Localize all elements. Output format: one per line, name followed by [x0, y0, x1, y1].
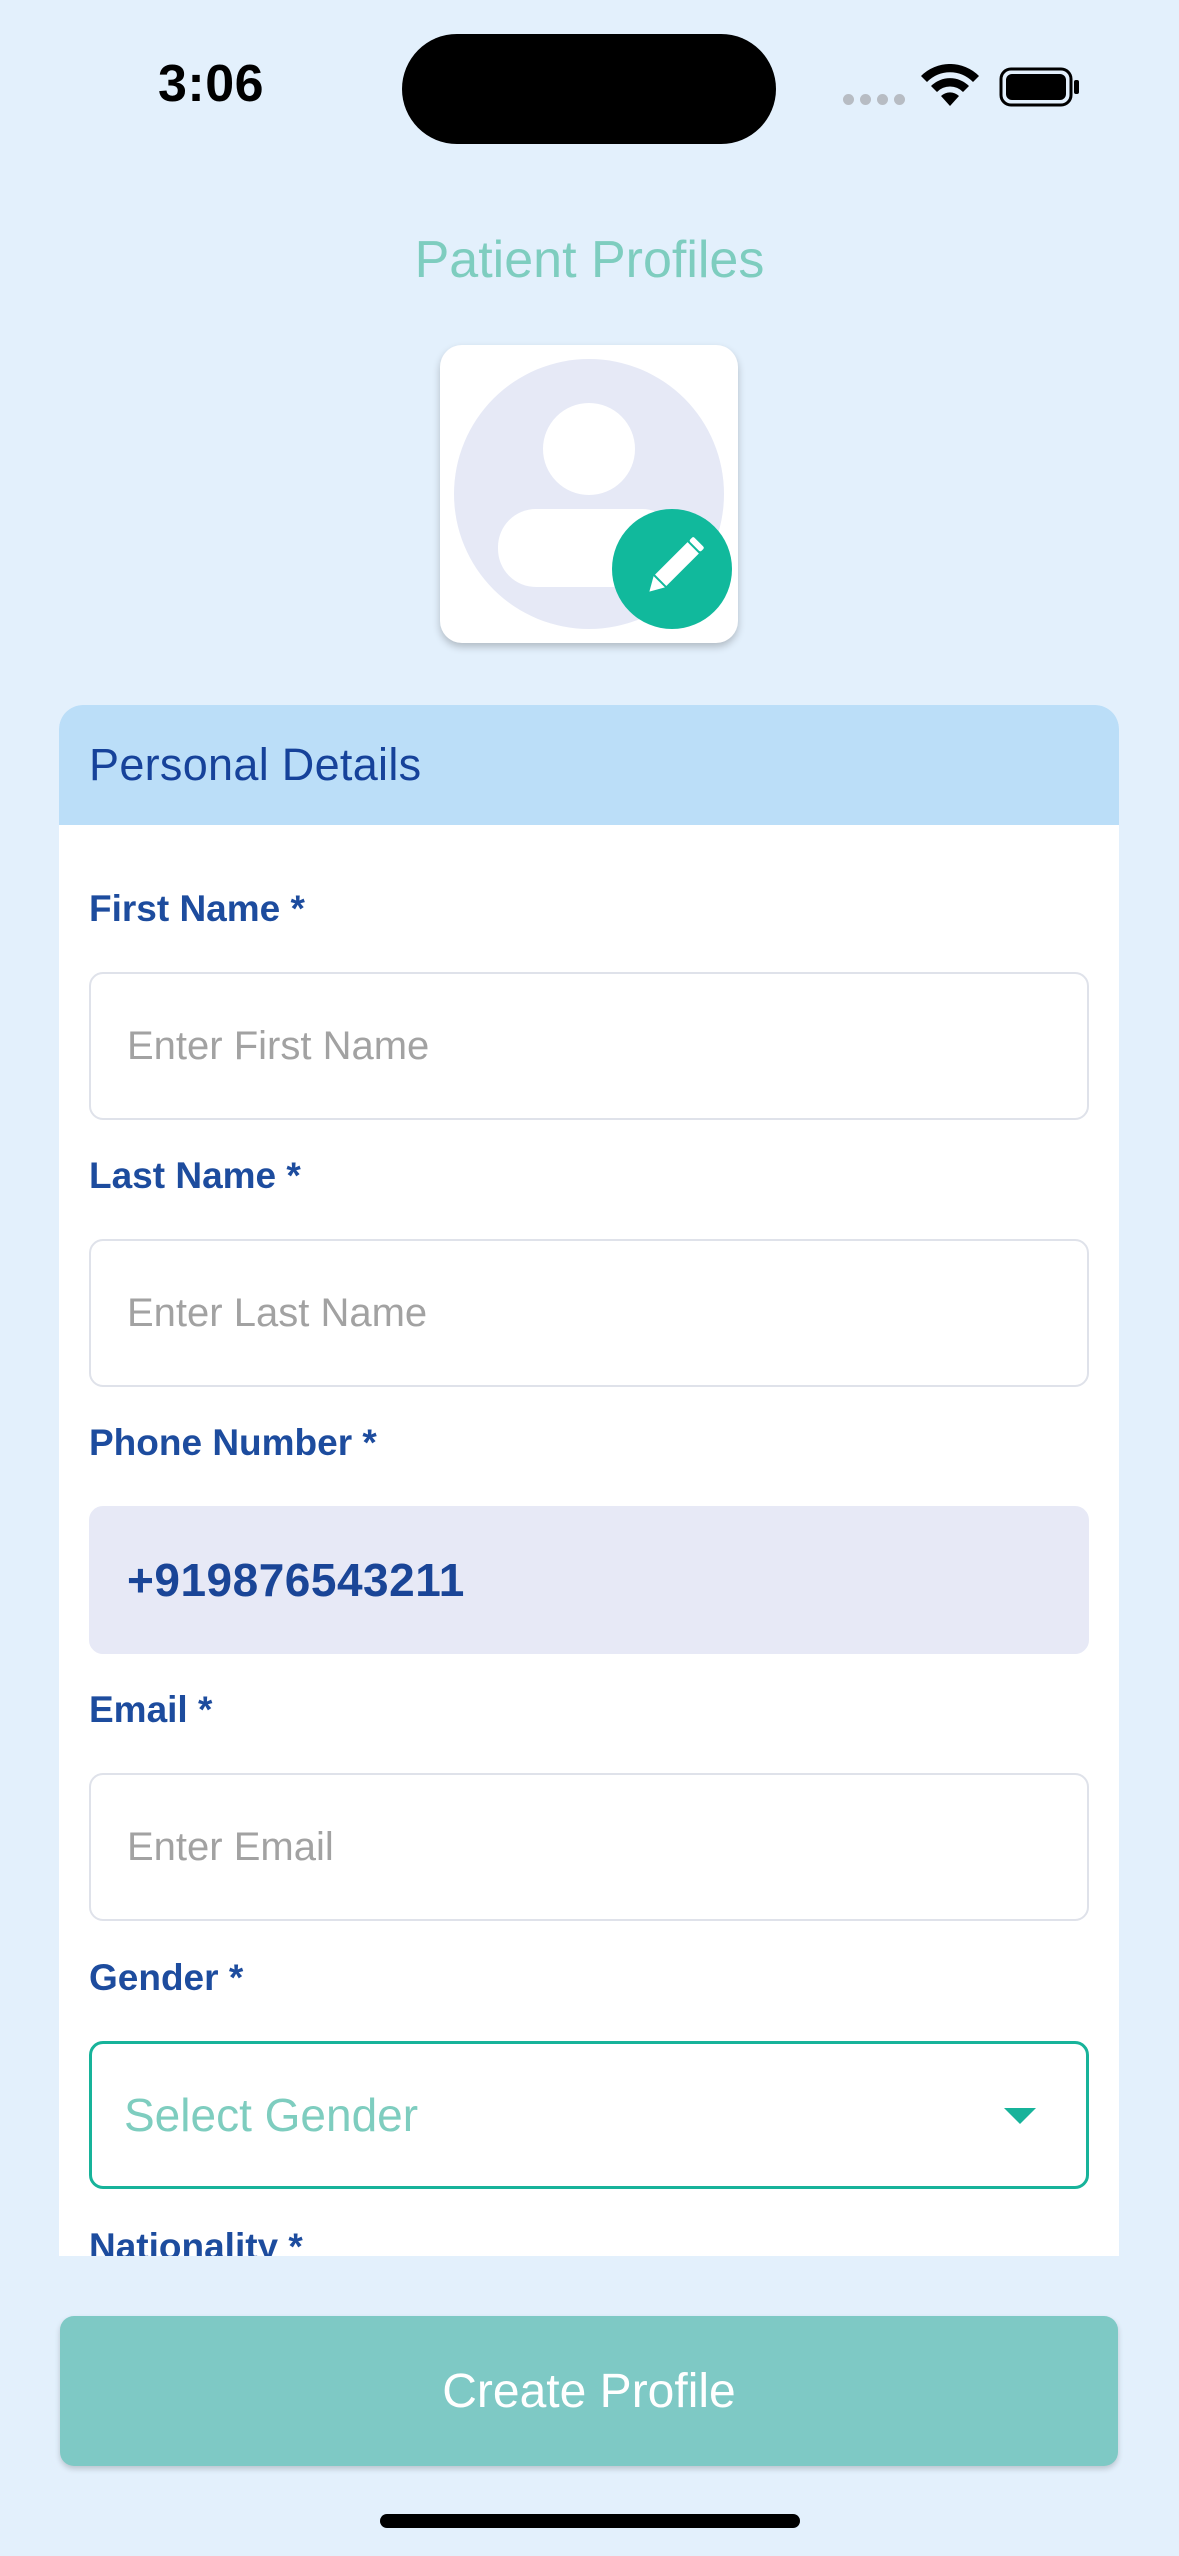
create-profile-button[interactable]: Create Profile [60, 2316, 1118, 2466]
nationality-label: Nationality * [89, 2226, 303, 2256]
last-name-field[interactable]: Enter Last Name [89, 1239, 1089, 1387]
first-name-field[interactable]: Enter First Name [89, 972, 1089, 1120]
edit-photo-button[interactable] [612, 509, 732, 629]
email-field[interactable]: Enter Email [89, 1773, 1089, 1921]
home-indicator[interactable] [380, 2514, 800, 2528]
dynamic-island [402, 34, 776, 144]
status-time: 3:06 [158, 55, 265, 113]
phone-number-value: +919876543211 [127, 1554, 465, 1606]
page-title: Patient Profiles [414, 231, 765, 289]
battery-icon [999, 67, 1079, 107]
first-name-label: First Name * [89, 888, 305, 929]
first-name-placeholder: Enter First Name [127, 1023, 430, 1068]
section-title: Personal Details [89, 739, 422, 790]
gender-label: Gender * [89, 1957, 244, 1998]
last-name-placeholder: Enter Last Name [127, 1290, 428, 1335]
create-profile-label: Create Profile [442, 2364, 736, 2418]
cellular-signal-icon [843, 94, 905, 105]
gender-select[interactable]: Select Gender [89, 2041, 1089, 2189]
phone-number-field[interactable]: +919876543211 [89, 1506, 1089, 1654]
last-name-label: Last Name * [89, 1155, 301, 1196]
avatar[interactable] [440, 345, 738, 643]
dropdown-arrow-icon [1004, 2108, 1036, 2124]
wifi-icon [921, 64, 979, 106]
personal-details-header: Personal Details [59, 705, 1119, 825]
email-placeholder: Enter Email [127, 1824, 334, 1869]
phone-number-label: Phone Number * [89, 1422, 377, 1463]
pencil-icon [649, 537, 704, 592]
email-label: Email * [89, 1689, 213, 1730]
gender-selected-value: Select Gender [124, 2089, 419, 2141]
personal-details-card: Personal Details First Name * Enter Firs… [59, 705, 1119, 2256]
